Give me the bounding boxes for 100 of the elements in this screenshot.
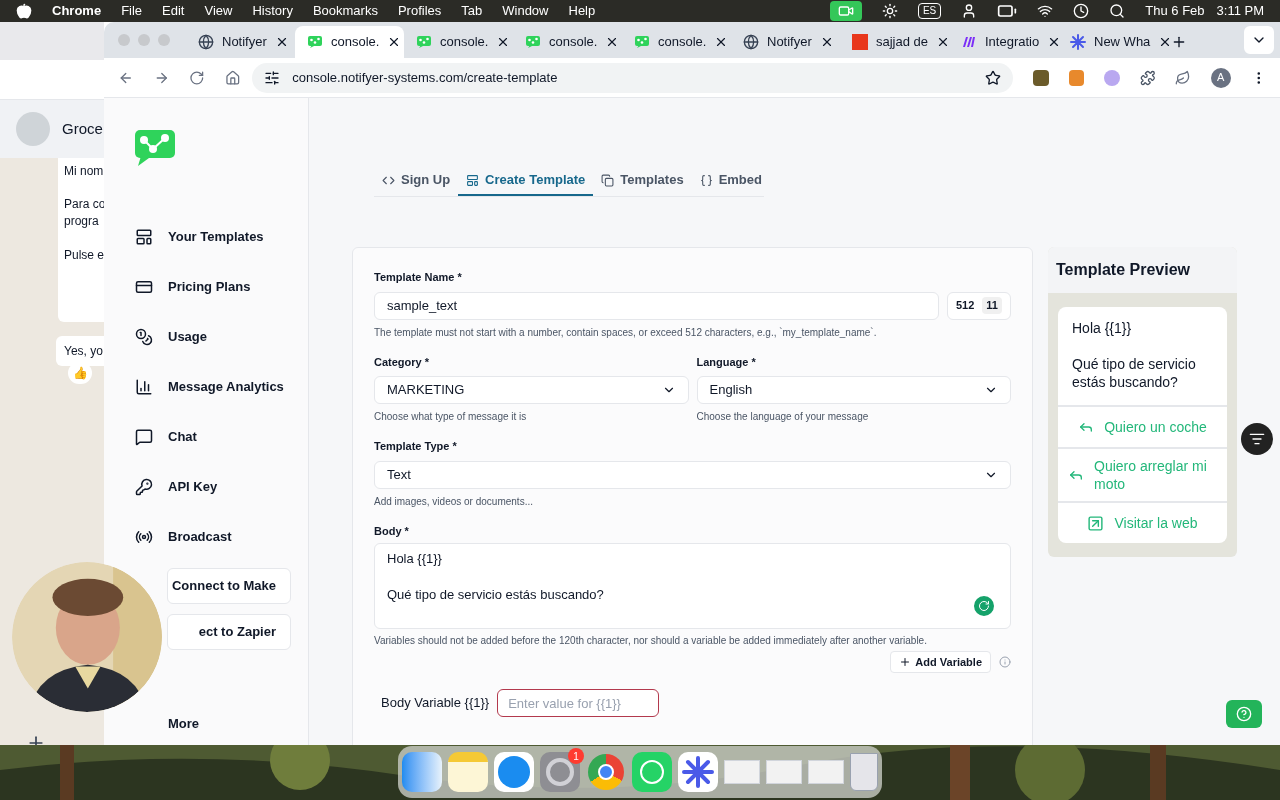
profile-avatar[interactable]: A	[1211, 67, 1231, 88]
app-logo-icon	[307, 34, 323, 50]
message-text: Para co progra	[64, 196, 104, 230]
menu-item[interactable]: Profiles	[397, 1, 442, 21]
braces-icon	[699, 173, 713, 187]
field-label: Template Type *	[374, 439, 458, 454]
body-text-area[interactable]: Hola {{1}} Qué tipo de servicio estás buscando?	[374, 543, 1011, 629]
message-text: Pulse e	[64, 247, 104, 264]
browser-tab[interactable]: console.	[295, 26, 404, 58]
app-logo-icon	[525, 34, 541, 50]
contact-name: Groce	[62, 118, 103, 139]
browser-tab[interactable]: Integratio	[949, 26, 1058, 58]
dropdown[interactable]: MARKETING	[374, 376, 689, 404]
sidebar-item[interactable]: Your Templates	[135, 212, 308, 262]
extension-icon[interactable]	[1033, 69, 1049, 86]
field-hint: Variables should not be added before the 120th character, nor should a variable be added immediately after another variable.	[374, 634, 928, 648]
browser-tab[interactable]: console.	[513, 26, 622, 58]
finder-app-icon[interactable]	[402, 752, 442, 792]
reload-icon[interactable]	[189, 69, 205, 86]
broadcast-icon	[135, 528, 153, 546]
connect-button[interactable]: ect to Zapier	[167, 614, 291, 650]
window-thumbnail[interactable]	[766, 760, 802, 784]
field-label: Body *	[374, 523, 410, 539]
sidebar-item[interactable]: Message Analytics	[135, 362, 308, 412]
more-item[interactable]: More	[168, 714, 308, 734]
input-source[interactable]: ES	[917, 3, 942, 19]
dropdown[interactable]: English	[696, 376, 1011, 404]
add-variable-button[interactable]: Add Variable	[890, 651, 991, 673]
filter-icon	[1249, 431, 1265, 447]
starburst-app-icon[interactable]	[678, 752, 718, 792]
plus-icon	[899, 656, 912, 668]
menu-item[interactable]: Tab	[461, 1, 483, 21]
clock-icon[interactable]	[1073, 3, 1090, 19]
address-bar[interactable]: console.notifyer-systems.com/create-template	[252, 62, 1014, 93]
field-label: Category *	[374, 354, 431, 370]
preview-title: Template Preview	[1048, 247, 1237, 293]
browser-tab[interactable]: sajjad de	[840, 26, 949, 58]
window-thumbnail[interactable]	[724, 760, 760, 784]
page-tab[interactable]: Sign Up	[374, 166, 459, 196]
copy-icon	[601, 173, 615, 187]
menu-item[interactable]: Edit	[162, 1, 185, 21]
external-link-icon	[1087, 514, 1105, 532]
menu-item[interactable]: View	[204, 1, 233, 21]
menu-item[interactable]: Bookmarks	[312, 1, 378, 21]
help-button[interactable]	[1226, 700, 1262, 728]
sidebar-item[interactable]: Broadcast	[135, 512, 308, 562]
sidebar-item[interactable]: Chat	[135, 412, 308, 462]
max-length-text: 512	[956, 298, 975, 314]
time-text[interactable]: 3:11 PM	[1216, 1, 1264, 21]
apple-icon[interactable]	[16, 3, 32, 19]
length-count: 11	[982, 297, 1002, 314]
menu-item[interactable]: History	[252, 1, 293, 21]
make-logo-icon	[961, 34, 977, 50]
brightness-icon[interactable]	[881, 3, 898, 19]
card-icon	[135, 278, 153, 296]
page-tab[interactable]: Create Template	[458, 166, 594, 196]
wifi-icon[interactable]	[1037, 3, 1054, 19]
page-tab[interactable]: Templates	[593, 166, 692, 196]
app-logo-icon	[416, 34, 432, 50]
sidebar-item[interactable]: Pricing Plans	[135, 262, 308, 312]
new-tab-icon[interactable]	[1171, 34, 1187, 50]
preview-text: Qué tipo de servicio estás buscando?	[1072, 355, 1197, 391]
page-tab[interactable]: Embed	[691, 166, 770, 196]
window-thumbnail[interactable]	[808, 760, 844, 784]
browser-tab[interactable]: New Wha	[1058, 26, 1167, 58]
search-icon[interactable]	[1109, 3, 1126, 19]
reply-bubble: Yes, yo	[56, 336, 104, 366]
sidebar-item[interactable]: Usage	[135, 312, 308, 362]
menu-item[interactable]: Chrome	[52, 1, 102, 21]
starburst-icon	[1070, 34, 1086, 50]
field-hint: Choose the language of your message	[696, 410, 870, 424]
browser-tab[interactable]: Notifyer	[731, 26, 840, 58]
connect-button[interactable]: Connect to Make	[167, 568, 291, 604]
browser-tab[interactable]: console.	[622, 26, 731, 58]
notification-badge: 1	[568, 748, 584, 764]
bookmark-icon[interactable]	[985, 69, 1002, 86]
help-icon	[1236, 706, 1252, 722]
browser-tab[interactable]: console.	[404, 26, 513, 58]
grammarly-icon[interactable]	[972, 594, 996, 618]
variable-input-field[interactable]: Enter value for {{1}}	[497, 689, 660, 717]
field-hint: Choose what type of message it is	[374, 410, 528, 424]
fox-extension-icon[interactable]	[1068, 69, 1085, 86]
coins-icon	[135, 328, 153, 346]
sidebar-item[interactable]: API Key	[135, 462, 308, 512]
message-text: Mi nom	[64, 163, 104, 180]
menu-item[interactable]: Window	[502, 1, 549, 21]
home-icon[interactable]	[224, 69, 241, 86]
browser-tab[interactable]: Notifyer	[186, 26, 295, 58]
menu-item[interactable]: Help	[568, 1, 596, 21]
tab-list-button[interactable]	[1244, 26, 1274, 54]
key-icon	[135, 478, 153, 496]
menu-item[interactable]: File	[121, 1, 143, 21]
site-settings-icon[interactable]	[264, 69, 281, 86]
extensions-icon[interactable]	[1139, 69, 1156, 86]
bar-chart-icon	[135, 378, 153, 396]
leaf-icon[interactable]	[1175, 69, 1192, 86]
template-name-field[interactable]: sample_text	[374, 291, 939, 320]
layout-icon	[466, 173, 480, 187]
dropdown[interactable]: Text	[374, 460, 1011, 489]
date-text[interactable]: Thu 6 Feb	[1145, 1, 1205, 21]
